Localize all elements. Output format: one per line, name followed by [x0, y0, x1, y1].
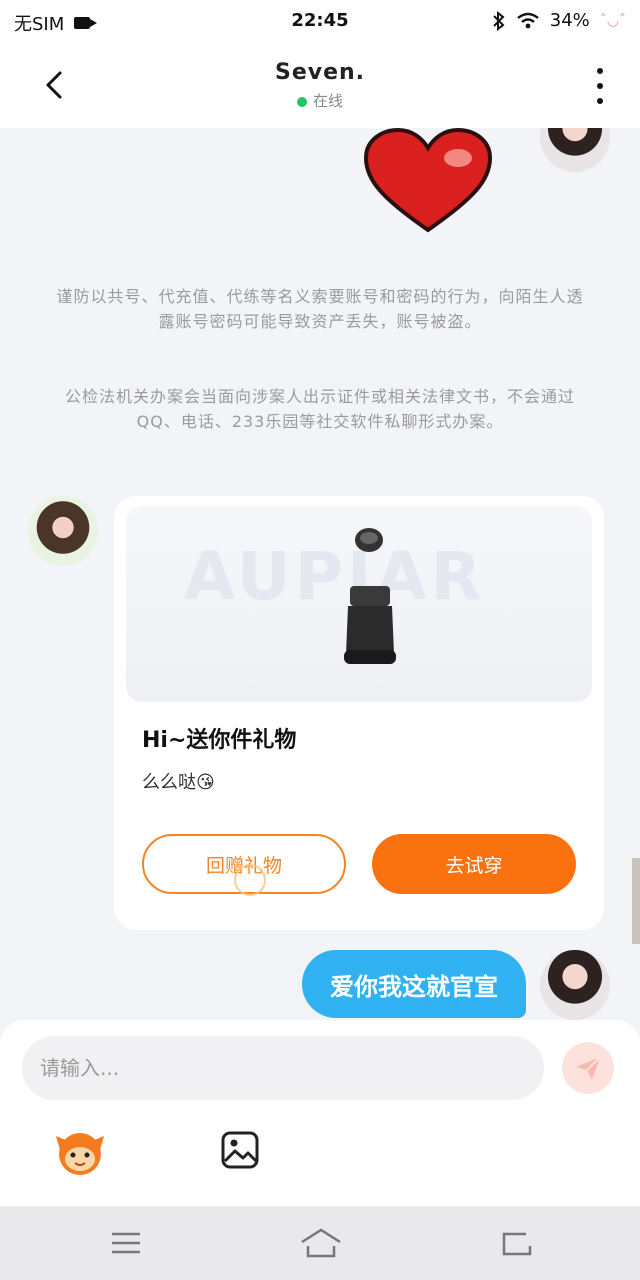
my-avatar-top[interactable] [540, 128, 610, 172]
status-right: 34% ˆ◡ˆ [492, 10, 626, 31]
online-status-label: 在线 [312, 92, 343, 110]
sticker-icon: ˆ◡ˆ [599, 12, 626, 29]
online-dot-icon [296, 96, 307, 107]
my-avatar[interactable] [540, 950, 610, 1020]
menu-icon[interactable] [106, 1226, 146, 1260]
gift-card: AUPIAR Hi~送你件礼物 么么哒😘 回赠礼物 去试穿 [114, 496, 604, 930]
heart-sticker [363, 128, 493, 233]
sent-message-bubble[interactable]: 爱你我这就官宣 [302, 950, 526, 1018]
boots-illustration [344, 528, 396, 664]
wifi-icon [517, 12, 539, 28]
online-status: 在线 [0, 90, 640, 111]
image-icon[interactable] [220, 1130, 260, 1170]
battery-label: 34% [549, 10, 590, 31]
more-vertical-icon[interactable] [590, 68, 610, 104]
mascot-icon[interactable] [54, 1128, 106, 1176]
security-notice-1: 谨防以共号、代充值、代练等名义索要账号和密码的行为，向陌生人透露账号密码可能导致… [56, 287, 584, 331]
try-on-button[interactable]: 去试穿 [372, 834, 576, 894]
chat-header: Seven. 在线 [0, 44, 640, 128]
bluetooth-icon [493, 10, 505, 31]
scrollbar[interactable] [632, 858, 640, 944]
home-icon[interactable] [298, 1226, 344, 1260]
input-panel [0, 1020, 640, 1206]
back-nav-icon[interactable] [496, 1226, 536, 1260]
chat-area[interactable]: 谨防以共号、代充值、代练等名义索要账号和密码的行为，向陌生人透露账号密码可能导致… [0, 128, 640, 1020]
gift-image[interactable]: AUPIAR [126, 506, 592, 702]
gift-title: Hi~送你件礼物 [142, 728, 297, 753]
system-nav-bar [0, 1206, 640, 1280]
contact-avatar[interactable] [28, 496, 98, 566]
send-icon[interactable] [562, 1042, 614, 1094]
gift-watermark: AUPIAR [184, 538, 486, 615]
status-bar: 无SIM 22:45 34% ˆ◡ˆ [0, 0, 640, 44]
contact-name: Seven. [274, 60, 366, 85]
tap-indicator [234, 864, 266, 896]
gift-subtitle: 么么哒😘 [142, 772, 215, 793]
security-notice-2: 公检法机关办案会当面向涉案人出示证件或相关法律文书，不会通过QQ、电话、233乐… [64, 387, 575, 431]
message-input[interactable] [22, 1036, 544, 1100]
